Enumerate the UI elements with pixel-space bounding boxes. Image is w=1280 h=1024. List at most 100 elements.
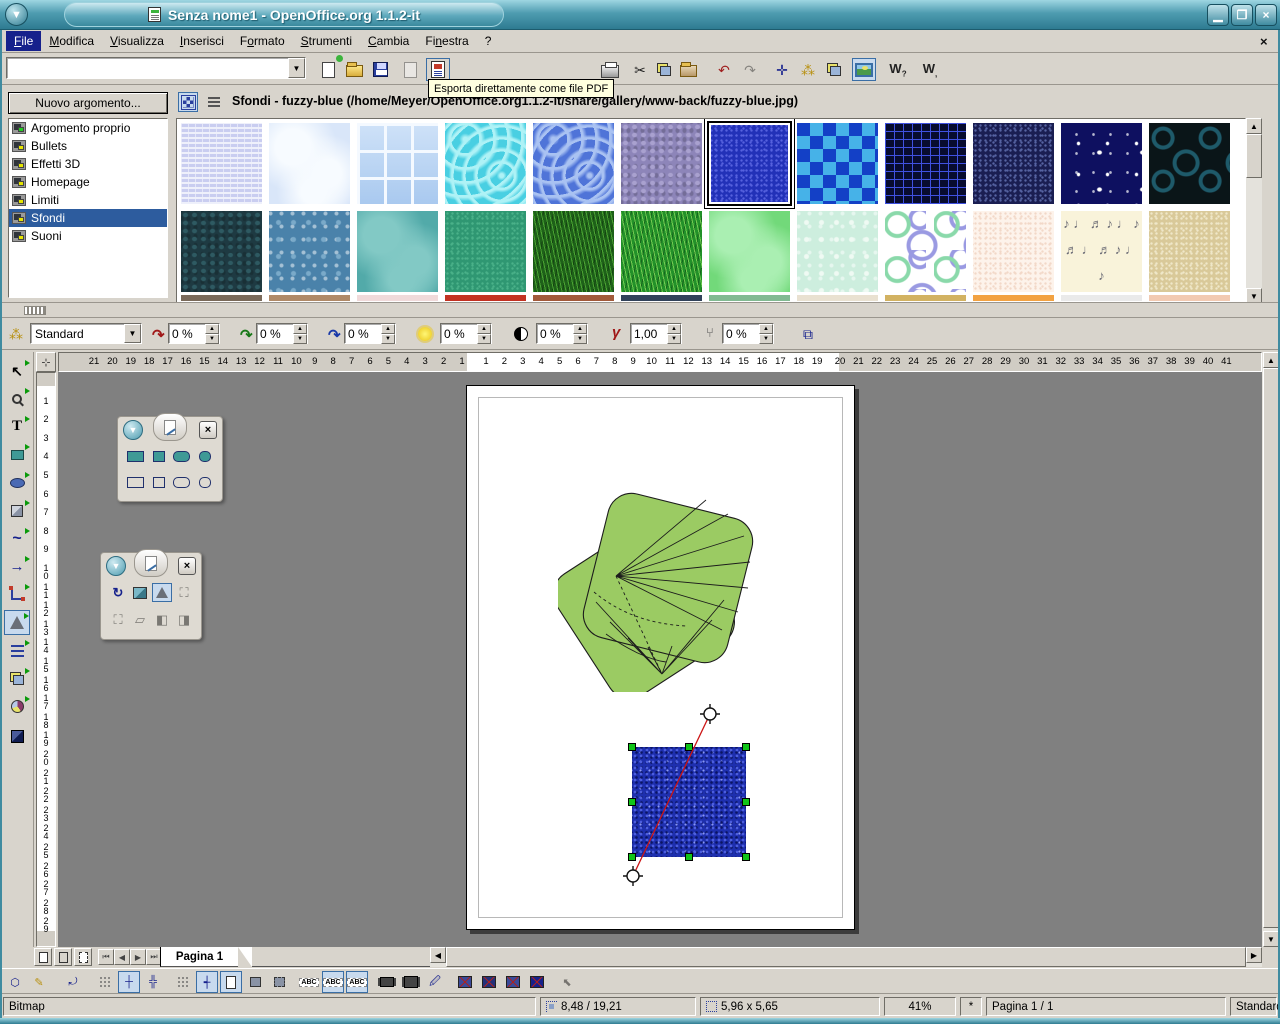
gallery-thumb-bubbles-dark-teal[interactable] — [1149, 123, 1230, 204]
gallery-thumb-partial[interactable] — [1061, 295, 1142, 301]
filled-rectangle-icon[interactable] — [127, 451, 144, 462]
gallery-thumb-ripple-teal[interactable] — [357, 211, 438, 292]
spin-up-icon[interactable]: ▲ — [381, 324, 395, 334]
rotate-icon[interactable]: ↻ — [108, 583, 128, 602]
export-pdf-button[interactable] — [426, 58, 450, 81]
vertical-ruler[interactable]: 1234567891011121314151617181920212223242… — [36, 372, 56, 947]
text-placeholder-button[interactable] — [502, 971, 524, 993]
set-to-circle-icon[interactable]: ⛶ — [108, 610, 128, 629]
gallery-splitter[interactable] — [0, 302, 1280, 318]
gallery-theme-homepage[interactable]: Homepage — [9, 173, 167, 191]
cut-button[interactable]: ✂ — [628, 58, 652, 81]
gallery-thumb-notes-cream[interactable]: ♪ ♩ ♬ ♪ ♩ ♪ ♬ ♩ ♬ ♪ ♩ ♪ — [1061, 211, 1142, 292]
curve-tool[interactable]: ~ — [4, 526, 30, 551]
edit-points-button[interactable]: ⬡ — [4, 971, 26, 993]
double-click-edit-button[interactable]: ABC — [346, 971, 368, 993]
red-axis-line[interactable] — [618, 702, 728, 892]
scroll-down-icon[interactable]: ▼ — [1263, 931, 1279, 947]
gallery-button[interactable] — [852, 58, 876, 81]
scroll-up-icon[interactable]: ▲ — [1263, 352, 1279, 368]
snap-to-page-margins-button[interactable] — [220, 971, 242, 993]
exit-group-button[interactable]: ⬉ — [556, 971, 578, 993]
gallery-thumb-waves-light-green[interactable] — [709, 211, 790, 292]
filled-rounded-square-icon[interactable] — [199, 451, 211, 462]
menu-visualizza[interactable]: Visualizza — [102, 31, 172, 51]
scroll-up-icon[interactable]: ▲ — [1246, 118, 1262, 134]
transparency-icon[interactable]: ◧ — [152, 610, 172, 629]
menu-formato[interactable]: Formato — [232, 31, 293, 51]
modify-object-attributes-button[interactable]: 🖉 — [424, 971, 446, 993]
master-view-mode-button[interactable] — [54, 948, 72, 966]
chevron-down-icon[interactable]: ▼ — [124, 324, 141, 343]
filled-rounded-rectangle-icon[interactable] — [173, 451, 190, 462]
gallery-thumb-weave-navy[interactable] — [973, 123, 1054, 204]
scroll-thumb[interactable] — [1263, 368, 1279, 928]
crop-button[interactable]: ⧉ — [796, 322, 820, 346]
contrast-spinfield[interactable]: 0 %▲▼ — [536, 323, 588, 344]
spin-down-icon[interactable]: ▼ — [759, 334, 773, 344]
status-style[interactable]: Standard — [1230, 997, 1277, 1016]
green-spinfield[interactable]: 0 %▲▼ — [256, 323, 308, 344]
menu-strumenti[interactable]: Strumenti — [293, 31, 360, 51]
gallery-theme-bullets[interactable]: Bullets — [9, 137, 167, 155]
new-document-button[interactable] — [316, 58, 340, 81]
rounded-rectangle-icon[interactable] — [173, 477, 190, 488]
handle-mid-right[interactable] — [742, 798, 750, 806]
flip-icon[interactable] — [130, 583, 150, 602]
transparency-spinfield[interactable]: 0 %▲▼ — [722, 323, 774, 344]
gallery-thumb-maze-navy[interactable] — [885, 123, 966, 204]
gallery-thumb-water-cyan[interactable] — [445, 123, 526, 204]
rectangle-tool[interactable] — [4, 442, 30, 467]
menu-inserisci[interactable]: Inserisci — [172, 31, 232, 51]
gallery-theme-argomento-proprio[interactable]: Argomento proprio — [9, 119, 167, 137]
edit-pill-button[interactable] — [153, 413, 187, 441]
rectangle-icon[interactable] — [127, 477, 144, 488]
snap-to-object-points-button[interactable] — [268, 971, 290, 993]
chevron-down-icon[interactable]: ▼ — [123, 420, 143, 440]
close-button[interactable]: × — [1255, 4, 1277, 26]
spin-down-icon[interactable]: ▼ — [667, 334, 681, 344]
picture-placeholder-button[interactable] — [454, 971, 476, 993]
page-tab[interactable]: Pagina 1 — [160, 947, 238, 967]
spin-down-icon[interactable]: ▼ — [381, 334, 395, 344]
gallery-theme-sfondi[interactable]: Sfondi — [9, 209, 167, 227]
floating-toolbar-titlebar[interactable]: ▼ × — [118, 417, 222, 443]
gallery-list-view-button[interactable] — [204, 92, 224, 112]
undo-button[interactable]: ↶ — [712, 58, 736, 81]
gallery-thumb-partial[interactable] — [269, 295, 350, 301]
hyperlink-dialog-button[interactable] — [822, 58, 846, 81]
graphics-mode-combobox[interactable]: Standard ▼ — [30, 323, 142, 344]
new-theme-button[interactable]: Nuovo argomento... — [8, 92, 168, 114]
gallery-thumb-water-blue[interactable] — [533, 123, 614, 204]
set-in-circle-icon[interactable]: ⛶ — [174, 583, 194, 602]
gallery-thumb-partial[interactable] — [357, 295, 438, 301]
splitter-grip[interactable] — [24, 306, 46, 315]
handle-top-right[interactable] — [742, 743, 750, 751]
ruler-origin-button[interactable]: ⊹ — [36, 352, 56, 372]
menu-modifica[interactable]: Modifica — [41, 31, 102, 51]
gallery-thumb-clouds-pale-blue[interactable] — [269, 123, 350, 204]
3d-objects-tool[interactable] — [4, 498, 30, 523]
rounded-square-icon[interactable] — [199, 477, 211, 488]
rotation-mode-button[interactable]: ⤾ — [62, 971, 84, 993]
gallery-thumb-partial[interactable] — [797, 295, 878, 301]
gallery-thumb-partial[interactable] — [181, 295, 262, 301]
distort-icon[interactable]: ▱ — [130, 610, 150, 629]
filled-square-icon[interactable] — [153, 451, 165, 462]
edit-file-button[interactable] — [398, 58, 422, 81]
page-view-mode-button[interactable] — [34, 948, 52, 966]
zoom-tool[interactable] — [4, 386, 30, 411]
spin-up-icon[interactable]: ▲ — [477, 324, 491, 334]
snap-to-object-border-button[interactable] — [244, 971, 266, 993]
snap-to-grid-button[interactable] — [172, 971, 194, 993]
gallery-thumb-squares-blue[interactable] — [797, 123, 878, 204]
arrange-tool[interactable] — [4, 666, 30, 691]
gallery-theme-limiti[interactable]: Limiti — [9, 191, 167, 209]
whats-this-button[interactable]: W, — [918, 58, 942, 81]
menu-finestra[interactable]: Finestra — [417, 31, 476, 51]
navigator-button[interactable]: ✛ — [770, 58, 794, 81]
spin-up-icon[interactable]: ▲ — [667, 324, 681, 334]
spin-up-icon[interactable]: ▲ — [293, 324, 307, 334]
large-handles-button[interactable] — [400, 971, 422, 993]
gradient-icon[interactable]: ◨ — [174, 610, 194, 629]
